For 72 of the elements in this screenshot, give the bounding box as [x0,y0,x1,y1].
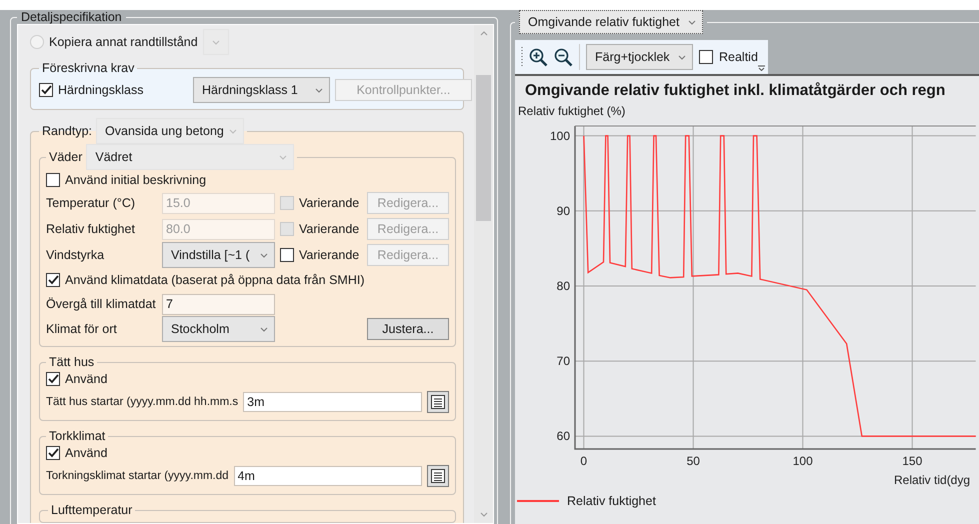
checkbox[interactable] [46,446,60,460]
tick-label: 50 [686,454,700,468]
checkbox-label: Använd [65,446,108,460]
group-title: Föreskrivna krav [42,61,134,75]
checkbox-label: Använd initial beskrivning [65,173,206,187]
dropdown[interactable]: Färg+tjocklek [586,44,693,70]
group-title: Torkklimat [49,429,106,443]
tick-label: 0 [580,454,588,468]
checkbox[interactable] [280,248,294,262]
field-label: Temperatur (°C) [46,196,136,210]
list-button[interactable] [427,465,449,487]
caret-icon [212,40,220,44]
checkbox[interactable] [46,273,60,287]
tick-label: 80 [556,279,570,293]
checkbox-label: Realtid [719,50,758,64]
tick-label: 100 [550,128,570,143]
tick-label: 150 [902,454,922,468]
zoom-in-icon[interactable] [529,48,548,66]
checkbox[interactable] [39,83,53,97]
tick-label: 60 [556,429,570,444]
scrollbar[interactable] [474,25,493,523]
caret-icon [315,88,323,92]
axis-label: Relativ tid(dyg [894,473,970,487]
caret-icon [279,154,288,160]
checkbox[interactable] [46,173,60,187]
lines-icon [431,395,445,409]
checkbox-label: Använd [65,372,108,386]
dropdown[interactable]: Vindstilla [~1 ( [162,242,275,268]
checkbox[interactable] [699,50,713,64]
checkbox-label: Varierande [299,196,360,210]
dropdown[interactable]: Ovansida ung betong [96,118,244,144]
overflow-icon[interactable] [758,65,765,71]
caret-icon [229,128,238,134]
caret-icon [688,20,696,24]
dropdown[interactable]: Vädret [86,144,294,170]
radio-label: Kopiera annat randtillstånd [49,35,198,49]
field-label: Vindstyrka [46,248,106,262]
group-title: Väder [49,150,82,164]
panel-title: Detaljspecifikation [20,10,123,24]
field-label: Övergå till klimatdat [46,297,157,311]
checkbox[interactable] [46,372,60,386]
caret-icon [260,252,268,258]
caret-icon [260,326,268,332]
field-label: Randtyp: [42,124,92,138]
group-title: Tätt hus [49,355,94,369]
caret-icon [678,54,686,60]
group-title: Lufttemperatur [51,503,132,517]
tick-label: 90 [556,204,570,218]
checkbox-label: Varierande [299,248,360,262]
input-field[interactable]: 4m [234,466,422,486]
tick-label: 100 [792,454,813,468]
input-field[interactable]: 7 [162,294,275,314]
scrollbar-thumb[interactable] [476,75,491,221]
field-label: Klimat för ort [46,322,118,336]
dropdown[interactable]: Stockholm [162,316,275,342]
axis-label: Relativ fuktighet (%) [517,103,626,120]
checkbox-label: Varierande [299,222,360,236]
lines-icon [431,469,445,483]
dropdown[interactable]: Härdningsklass 1 [193,77,330,103]
chart-title: Omgivande relativ fuktighet inkl. klimatåtgärder och regn [524,81,946,101]
field-label: Tätt hus startar (yyyy.mm.dd hh.mm.s [46,396,238,408]
field-label: Relativ fuktighet [46,222,136,236]
field-label: Torkningsklimat startar (yyyy.mm.dd [46,470,229,482]
adjust-button[interactable]: Justera... [367,318,449,340]
legend-label: Relativ fuktighet [567,494,656,508]
checkbox-label: Härdningsklass [58,83,144,97]
tick-label: 70 [556,354,570,368]
list-button[interactable] [427,391,449,413]
view-dropdown[interactable]: Omgivande relativ fuktighet [519,11,703,34]
input-field[interactable]: 3m [243,392,422,412]
checkbox-label: Använd klimatdata (baserat på öppna data från SMHI) [65,273,364,287]
zoom-out-icon[interactable] [554,48,573,66]
